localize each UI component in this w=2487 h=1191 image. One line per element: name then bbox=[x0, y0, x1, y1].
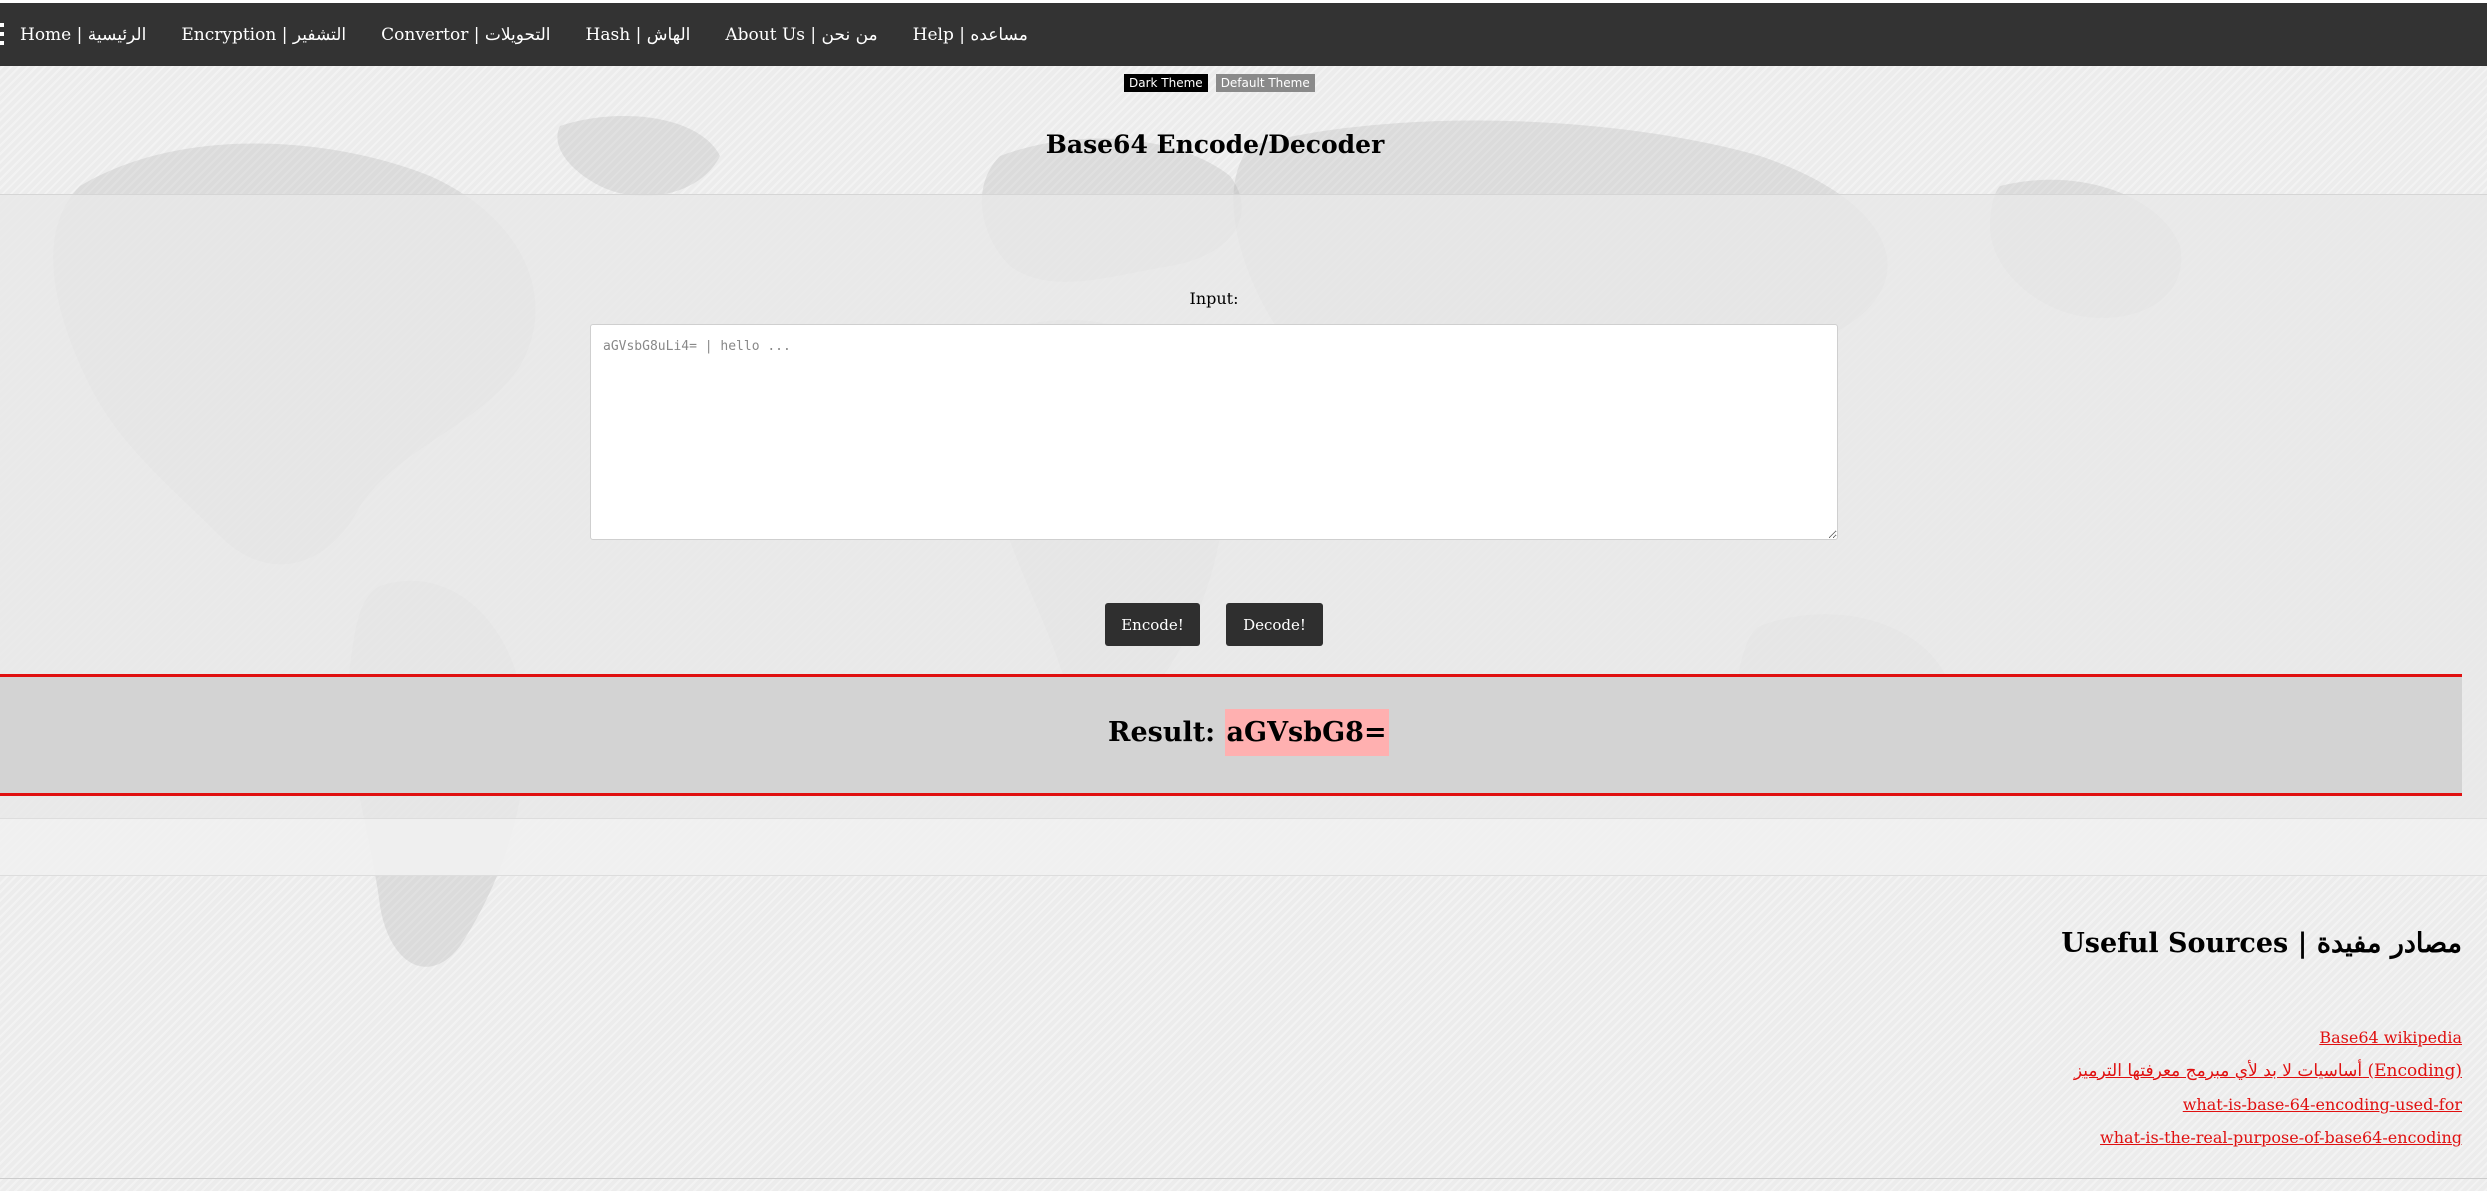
menu-handle-icon[interactable] bbox=[0, 23, 4, 51]
source-link-real-purpose-base64[interactable]: what-is-the-real-purpose-of-base64-encod… bbox=[2074, 1128, 2462, 1147]
source-link-encoding-basics[interactable]: أساسيات لا بد لأي مبرمج معرفتها الترميز … bbox=[2074, 1061, 2462, 1081]
decode-button[interactable]: Decode! bbox=[1226, 603, 1323, 646]
sources-list: Base64 wikipedia أساسيات لا بد لأي مبرمج… bbox=[2074, 1028, 2462, 1161]
result-label: Result: bbox=[1108, 717, 1225, 748]
top-navigation-bar: Home | الرئيسية Encryption | التشفير Con… bbox=[0, 0, 2487, 66]
source-link-what-is-base64-used-for[interactable]: what-is-base-64-encoding-used-for bbox=[2074, 1095, 2462, 1114]
theme-switcher: Dark Theme Default Theme bbox=[1124, 74, 1315, 92]
result-text: Result: aGVsbG8= bbox=[1108, 709, 1389, 756]
source-link-base64-wikipedia[interactable]: Base64 wikipedia bbox=[2074, 1028, 2462, 1047]
input-textarea[interactable] bbox=[590, 324, 1838, 540]
main-nav: Home | الرئيسية Encryption | التشفير Con… bbox=[20, 3, 1063, 66]
nav-item-convertor[interactable]: Convertor | التحويلات bbox=[381, 25, 550, 45]
footer-divider bbox=[0, 1178, 2487, 1179]
result-bar: Result: aGVsbG8= bbox=[0, 674, 2462, 796]
dark-theme-button[interactable]: Dark Theme bbox=[1124, 74, 1208, 92]
nav-item-help[interactable]: Help | مساعده bbox=[913, 25, 1028, 45]
default-theme-button[interactable]: Default Theme bbox=[1215, 74, 1315, 92]
page-title: Base64 Encode/Decoder bbox=[1045, 130, 1385, 159]
nav-item-about-us[interactable]: About Us | من نحن bbox=[725, 25, 877, 45]
encode-button[interactable]: Encode! bbox=[1105, 603, 1200, 646]
nav-item-encryption[interactable]: Encryption | التشفير bbox=[181, 25, 346, 45]
input-label: Input: bbox=[1189, 289, 1239, 308]
section-divider bbox=[0, 818, 2487, 876]
nav-item-home[interactable]: Home | الرئيسية bbox=[20, 25, 146, 45]
useful-sources-heading: Useful Sources | مصادر مفيدة bbox=[2061, 928, 2462, 959]
result-value: aGVsbG8= bbox=[1224, 709, 1389, 756]
nav-item-hash[interactable]: Hash | الهاش bbox=[586, 25, 691, 45]
